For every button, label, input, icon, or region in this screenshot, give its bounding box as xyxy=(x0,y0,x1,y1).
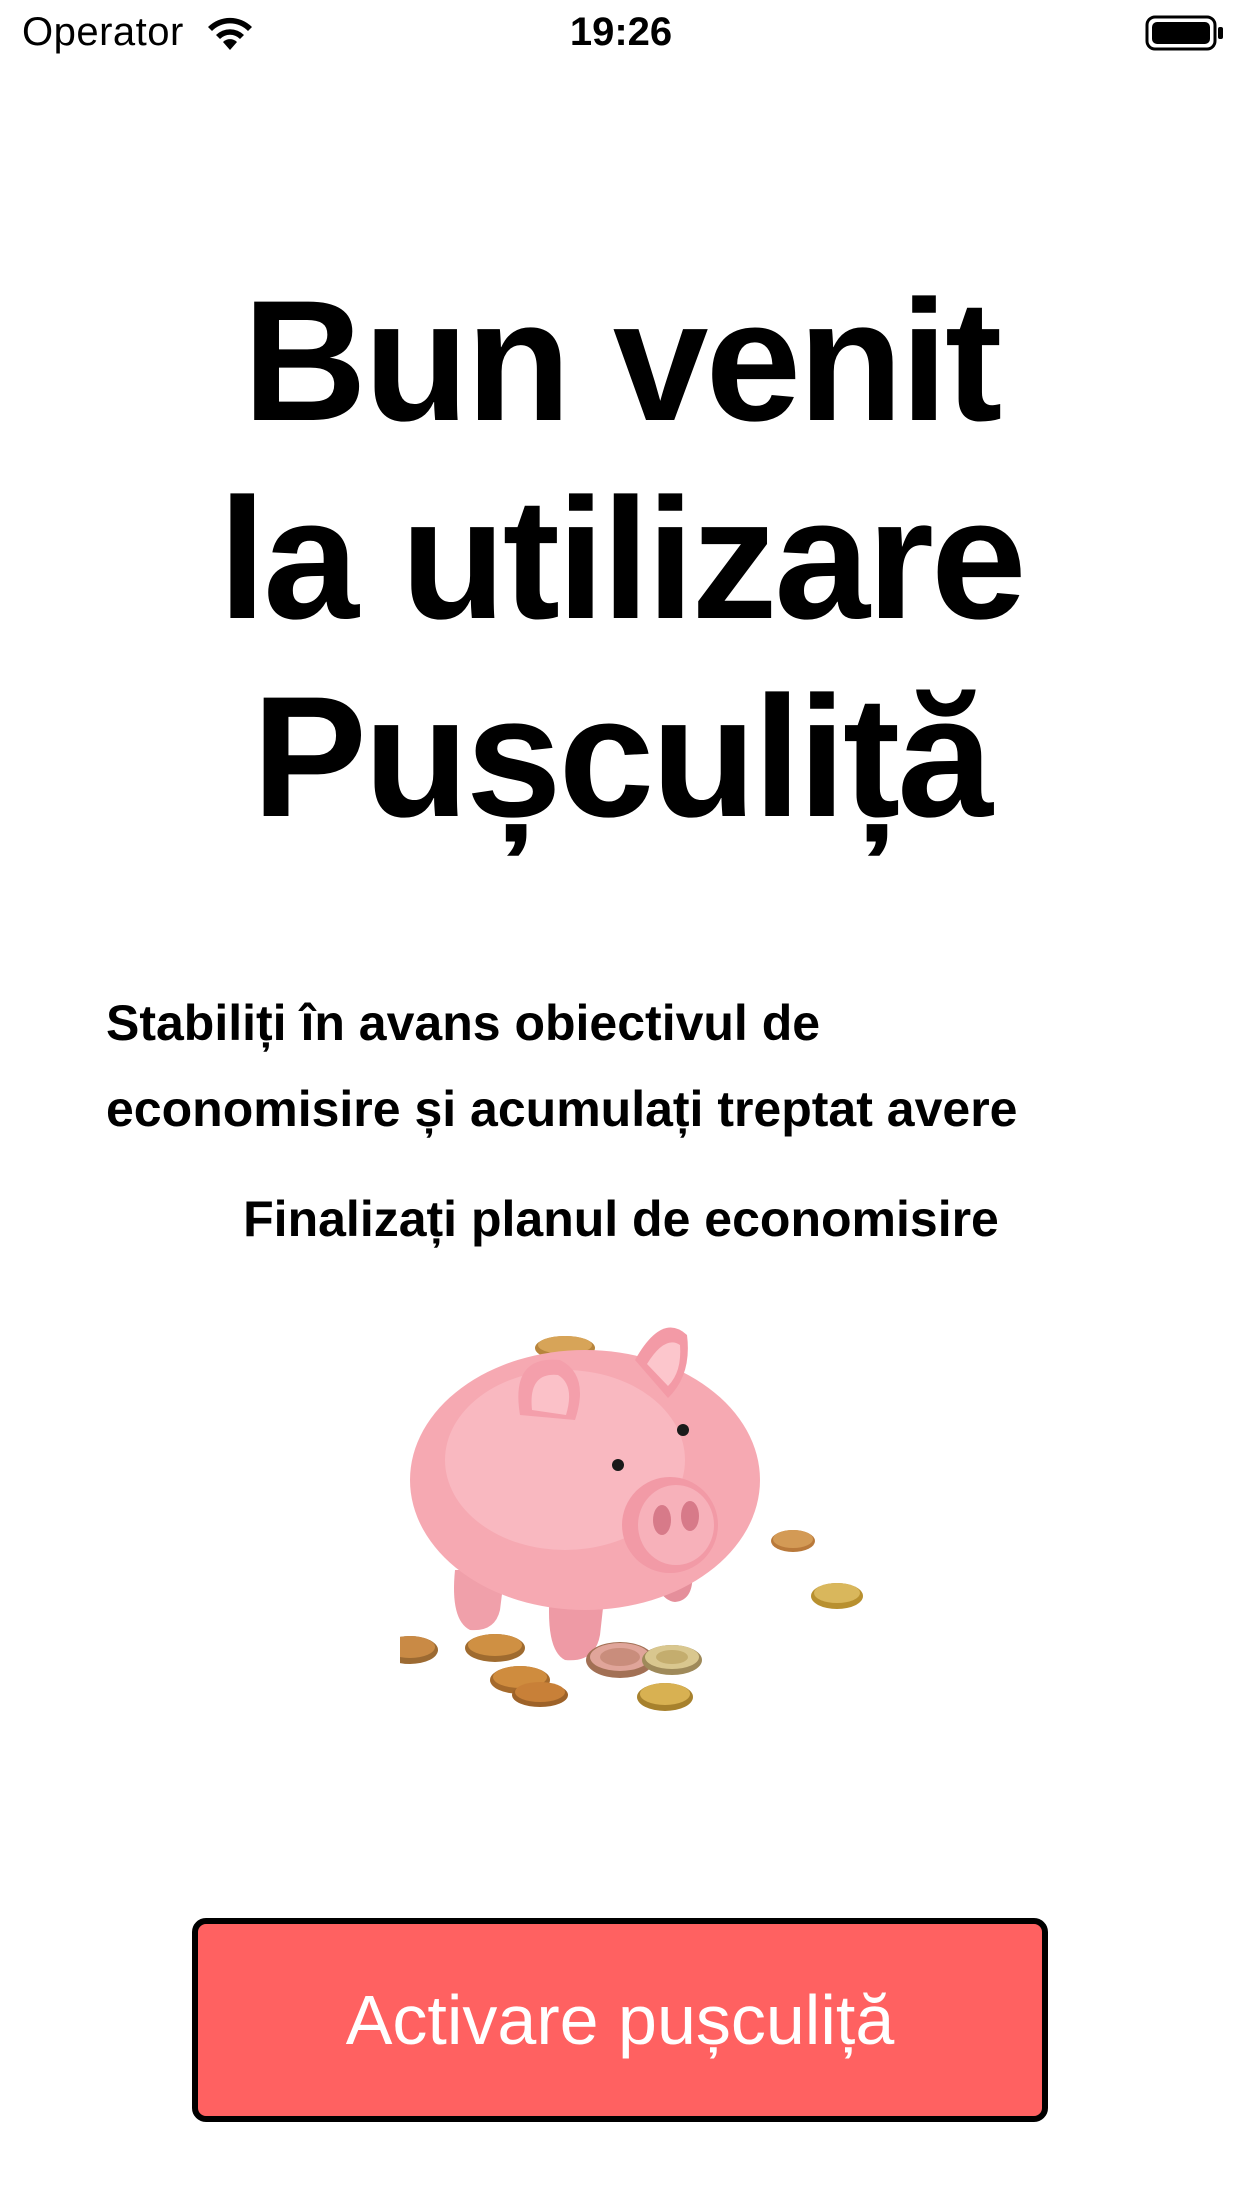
status-time: 19:26 xyxy=(569,10,673,54)
status-bar: Operator 19:26 xyxy=(0,0,1242,66)
subtitle-line-1: Stabiliți în avans obiectivul de xyxy=(106,995,821,1051)
activate-piggy-bank-button[interactable]: Activare pușculiță xyxy=(192,1918,1048,2122)
subtitle-text: Stabiliți în avans obiectivul de economi… xyxy=(106,980,1186,1152)
finalize-plan-text: Finalizați planul de economisire xyxy=(243,1191,999,1247)
battery-icon xyxy=(1145,15,1223,51)
title-line-1: Bun venit xyxy=(242,265,1003,457)
piggy-bank-icon xyxy=(400,1327,863,1711)
title-line-2: la utilizare xyxy=(218,463,1026,655)
title-line-3: Pușculiță xyxy=(252,661,993,853)
welcome-title: Bun venit la utilizare Pușculiță xyxy=(0,262,1242,856)
subtitle-line-2: economisire și acumulați treptat avere xyxy=(106,1081,1018,1137)
